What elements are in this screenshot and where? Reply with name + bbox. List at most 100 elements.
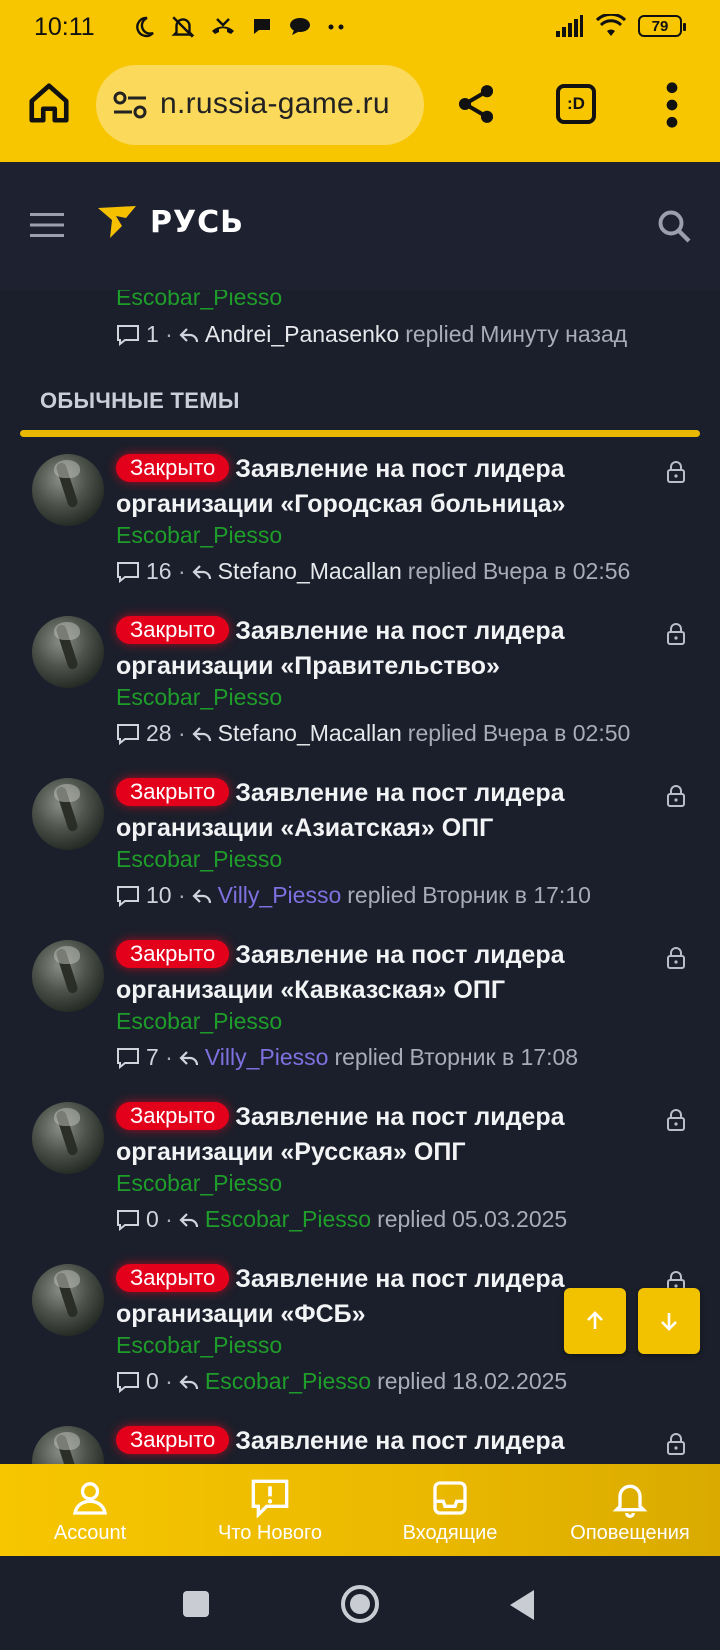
status-badge: Закрыто [116, 778, 230, 806]
thread-item[interactable]: Закрыто Заявление на пост лидера [0, 1424, 720, 1464]
reply-count: 1 [146, 321, 159, 347]
logo-text: РУСЬ [150, 204, 244, 240]
more-menu-icon[interactable] [662, 82, 682, 128]
nav-whats-new[interactable]: Что Нового [180, 1464, 360, 1556]
recents-icon[interactable] [182, 1590, 210, 1618]
comment-icon [117, 885, 139, 907]
bell-icon [612, 1484, 648, 1518]
browser-chrome: 10:11 79 n.russia-game.ru :D [0, 0, 720, 162]
replied-word: replied [407, 720, 477, 746]
thread-meta: 0 · Escobar_Piesso replied 18.02.2025 [116, 1368, 567, 1395]
status-badge: Закрыто [116, 1102, 230, 1130]
avatar[interactable] [32, 1102, 104, 1174]
lock-icon [667, 947, 685, 969]
last-poster[interactable]: Villy_Piesso [205, 1044, 329, 1071]
last-post-time[interactable]: 18.02.2025 [452, 1368, 567, 1395]
tabs-button[interactable]: :D [556, 84, 596, 124]
thread-meta: 16 · Stefano_Macallan replied Вчера в 02… [116, 558, 630, 585]
nav-account[interactable]: Account [0, 1464, 180, 1556]
hamburger-menu-icon[interactable] [30, 212, 64, 238]
lock-icon [667, 461, 685, 483]
last-poster[interactable]: Escobar_Piesso [205, 1368, 371, 1395]
last-post-time[interactable]: Вторник в 17:10 [422, 882, 591, 909]
last-post-time[interactable]: Вчера в 02:50 [483, 720, 631, 747]
more-dots-icon [328, 24, 344, 30]
share-icon[interactable] [454, 82, 498, 126]
thread-author[interactable]: Escobar_Piesso [116, 1332, 282, 1359]
thread-item[interactable]: Закрыто Заявление на пост лидера организа… [0, 938, 720, 1100]
signal-icon [556, 15, 583, 37]
thread-title[interactable]: Закрыто Заявление на пост лидера [116, 1424, 656, 1459]
last-post-time[interactable]: Вторник в 17:08 [410, 1044, 579, 1071]
inbox-icon [433, 1481, 467, 1515]
comment-icon [117, 1209, 139, 1231]
thread-title[interactable]: Закрыто Заявление на пост лидера организа… [116, 614, 656, 684]
nav-whats-new-label: Что Нового [217, 1522, 322, 1544]
reply-count: 7 [146, 1044, 159, 1070]
reply-arrow-icon [179, 1050, 198, 1065]
last-poster[interactable]: Stefano_Macallan [218, 720, 402, 747]
thread-title[interactable]: Закрыто Заявление на пост лидера организа… [116, 776, 656, 846]
thread-author[interactable]: Escobar_Piesso [116, 1008, 282, 1035]
reply-arrow-icon [192, 888, 211, 903]
avatar[interactable] [32, 1264, 104, 1336]
arrow-down-icon [661, 1313, 677, 1331]
back-icon[interactable] [508, 1588, 536, 1622]
replied-word: replied [377, 1206, 447, 1232]
comment-icon [117, 561, 139, 583]
status-badge: Закрыто [116, 940, 230, 968]
avatar[interactable] [32, 454, 104, 526]
search-icon[interactable] [656, 208, 692, 244]
last-poster[interactable]: Andrei_Panasenko [205, 321, 399, 348]
avatar[interactable] [32, 616, 104, 688]
tabs-label: :D [567, 94, 585, 113]
last-poster[interactable]: Stefano_Macallan [218, 558, 402, 585]
address-bar[interactable]: n.russia-game.ru [96, 65, 424, 145]
last-post-time[interactable]: 05.03.2025 [452, 1206, 567, 1233]
avatar[interactable] [32, 778, 104, 850]
last-post-time[interactable]: Вчера в 02:56 [483, 558, 631, 585]
thread-author[interactable]: Escobar_Piesso [116, 684, 282, 711]
scroll-up-button[interactable] [564, 1288, 626, 1354]
reply-count: 0 [146, 1368, 159, 1394]
thread-item[interactable]: Закрыто Заявление на пост лидера организа… [0, 614, 720, 776]
wifi-icon [596, 14, 626, 36]
thread-item[interactable]: Закрыто Заявление на пост лидера организа… [0, 452, 720, 614]
reply-arrow-icon [179, 1212, 198, 1227]
replied-word: replied [347, 882, 417, 908]
thread-meta: 1 · Andrei_Panasenko replied Минуту наза… [116, 321, 627, 348]
last-post-time[interactable]: Минуту назад [480, 321, 627, 348]
thread-item[interactable]: Закрыто Заявление на пост лидера организа… [0, 1100, 720, 1262]
last-poster[interactable]: Escobar_Piesso [205, 1206, 371, 1233]
avatar[interactable] [32, 1426, 104, 1464]
site-settings-icon[interactable] [112, 88, 148, 122]
thread-author[interactable]: Escobar_Piesso [116, 522, 282, 549]
thread-item[interactable]: Закрыто Заявление на пост лидера организа… [0, 776, 720, 938]
nav-inbox[interactable]: Входящие [360, 1464, 540, 1556]
thread-meta: 10 · Villy_Piesso replied Вторник в 17:1… [116, 882, 591, 909]
replied-word: replied [334, 1044, 404, 1070]
battery-icon: 79 [638, 15, 686, 37]
thread-author[interactable]: Escobar_Piesso [116, 846, 282, 873]
site-logo[interactable]: РУСЬ [96, 204, 244, 240]
url-text: n.russia-game.ru [160, 87, 390, 120]
thread-title[interactable]: Закрыто Заявление на пост лидера организа… [116, 938, 656, 1008]
thread-author[interactable]: Escobar_Piesso [116, 1170, 282, 1197]
user-icon [72, 1482, 108, 1515]
comment-icon [117, 1371, 139, 1393]
reply-count: 0 [146, 1206, 159, 1232]
thread-author[interactable]: Escobar_Piesso [116, 290, 627, 311]
thread-title-text[interactable]: Заявление на пост лидера [235, 1427, 564, 1455]
avatar[interactable] [32, 940, 104, 1012]
home-icon[interactable] [26, 80, 72, 126]
thread-title[interactable]: Закрыто Заявление на пост лидера организа… [116, 1100, 656, 1170]
chat-icon [254, 19, 270, 34]
scroll-down-button[interactable] [638, 1288, 700, 1354]
notification-icons [132, 14, 348, 40]
home-circle-icon[interactable] [340, 1584, 380, 1624]
last-poster[interactable]: Villy_Piesso [218, 882, 342, 909]
reply-arrow-icon [179, 327, 198, 342]
nav-alerts[interactable]: Оповещения [540, 1464, 720, 1556]
partial-thread[interactable]: Escobar_Piesso 1 · Andrei_Panasenko repl… [116, 290, 627, 348]
thread-title[interactable]: Закрыто Заявление на пост лидера организа… [116, 452, 656, 522]
